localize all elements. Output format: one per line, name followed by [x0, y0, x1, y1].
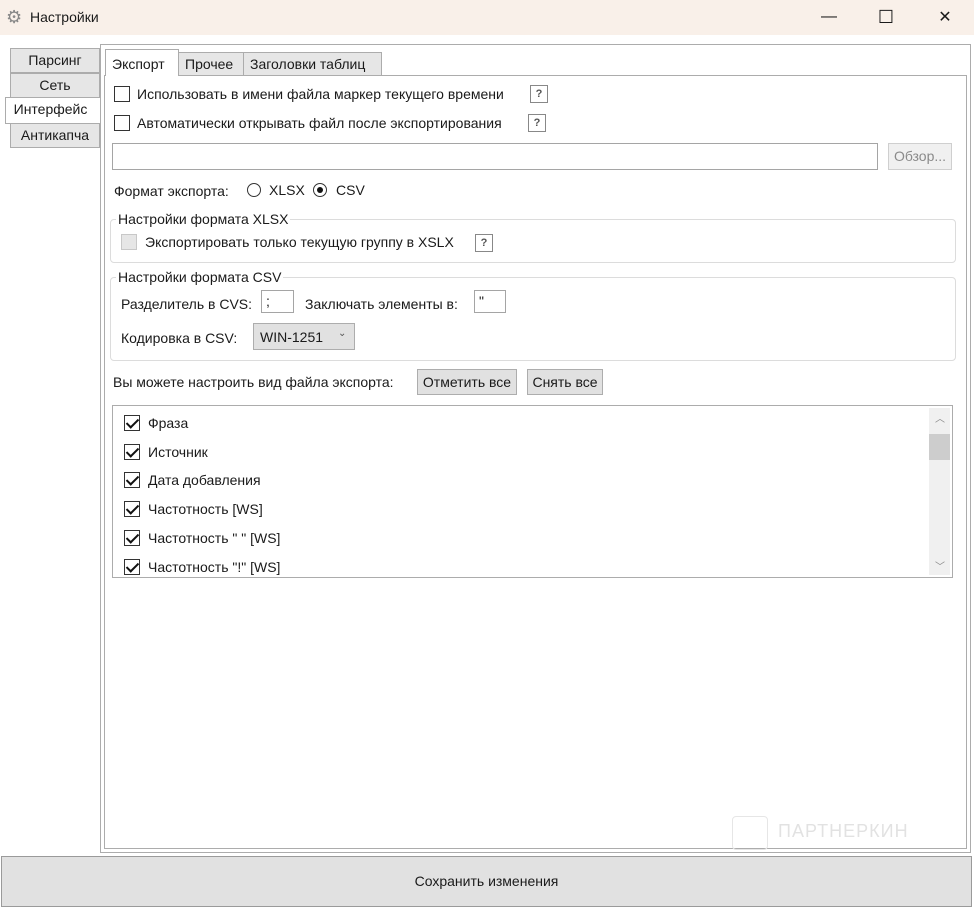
columns-list: Фраза Источник Дата добавления Частотнос…	[112, 405, 953, 578]
format-csv-radio[interactable]	[313, 183, 327, 197]
format-xlsx-label: XLSX	[269, 182, 305, 198]
scrollbar-thumb[interactable]	[929, 434, 950, 460]
column-checkbox[interactable]	[124, 559, 140, 575]
column-checkbox[interactable]	[124, 530, 140, 546]
side-tab-parsing[interactable]: Парсинг	[10, 48, 100, 73]
auto-open-label: Автоматически открывать файл после экспо…	[137, 115, 502, 131]
column-label: Частотность [WS]	[148, 501, 263, 517]
uncheck-all-button[interactable]: Снять все	[527, 369, 603, 395]
encoding-label: Кодировка в CSV:	[121, 330, 238, 346]
xlsx-group-legend: Настройки формата XLSX	[116, 211, 291, 227]
csv-group-legend: Настройки формата CSV	[116, 269, 284, 285]
help-icon[interactable]: ?	[530, 85, 548, 103]
encoding-value: WIN-1251	[260, 329, 324, 345]
separator-label: Разделитель в CVS:	[121, 296, 253, 312]
side-tab-interface[interactable]: Интерфейс	[5, 97, 95, 124]
csv-settings-group	[110, 277, 956, 361]
time-marker-label: Использовать в имени файла маркер текуще…	[137, 86, 504, 102]
only-current-group-checkbox[interactable]	[121, 234, 137, 250]
customize-label: Вы можете настроить вид файла экспорта:	[113, 374, 394, 390]
tab-other[interactable]: Прочее	[178, 52, 244, 76]
column-checkbox[interactable]	[124, 472, 140, 488]
save-changes-button[interactable]: Сохранить изменения	[1, 856, 972, 907]
side-tab-network[interactable]: Сеть	[10, 73, 100, 98]
separator-input[interactable]: ;	[261, 290, 294, 313]
tab-export[interactable]: Экспорт	[105, 49, 179, 76]
tab-table-headers[interactable]: Заголовки таблиц	[243, 52, 382, 76]
format-csv-label: CSV	[336, 182, 365, 198]
scrollbar[interactable]: ︿ ﹀	[929, 408, 950, 575]
minimize-button[interactable]: —	[800, 0, 858, 34]
column-label: Фраза	[148, 415, 189, 431]
chevron-up-icon[interactable]: ︿	[935, 410, 945, 425]
column-checkbox[interactable]	[124, 415, 140, 431]
column-checkbox[interactable]	[124, 444, 140, 460]
time-marker-checkbox[interactable]	[114, 86, 130, 102]
chevron-down-icon: ⌄	[338, 328, 347, 339]
enclose-input[interactable]: "	[474, 290, 506, 313]
export-path-input[interactable]	[112, 143, 878, 170]
chevron-down-icon[interactable]: ﹀	[935, 558, 945, 573]
column-label: Частотность " " [WS]	[148, 530, 281, 546]
help-icon[interactable]: ?	[475, 234, 493, 252]
column-label: Источник	[148, 444, 208, 460]
side-tab-anticaptcha[interactable]: Антикапча	[10, 123, 100, 148]
title-bar: ⚙ Настройки — ☐ ✕	[0, 0, 974, 35]
auto-open-checkbox[interactable]	[114, 115, 130, 131]
column-checkbox[interactable]	[124, 501, 140, 517]
close-button[interactable]: ✕	[916, 0, 974, 34]
gear-icon: ⚙	[6, 7, 23, 27]
enclose-label: Заключать элементы в:	[305, 296, 458, 312]
column-label: Частотность "!" [WS]	[148, 559, 281, 575]
window-title: Настройки	[30, 9, 99, 25]
maximize-button[interactable]: ☐	[857, 0, 915, 34]
format-xlsx-radio[interactable]	[247, 183, 261, 197]
watermark-logo-icon	[732, 816, 768, 850]
format-label: Формат экспорта:	[114, 183, 229, 199]
column-label: Дата добавления	[148, 472, 261, 488]
encoding-select[interactable]: WIN-1251 ⌄	[253, 323, 355, 350]
watermark-text: ПАРТНЕРКИН	[778, 821, 909, 841]
help-icon[interactable]: ?	[528, 114, 546, 132]
browse-button[interactable]: Обзор...	[888, 143, 952, 170]
only-current-group-label: Экспортировать только текущую группу в X…	[145, 234, 454, 250]
check-all-button[interactable]: Отметить все	[417, 369, 517, 395]
